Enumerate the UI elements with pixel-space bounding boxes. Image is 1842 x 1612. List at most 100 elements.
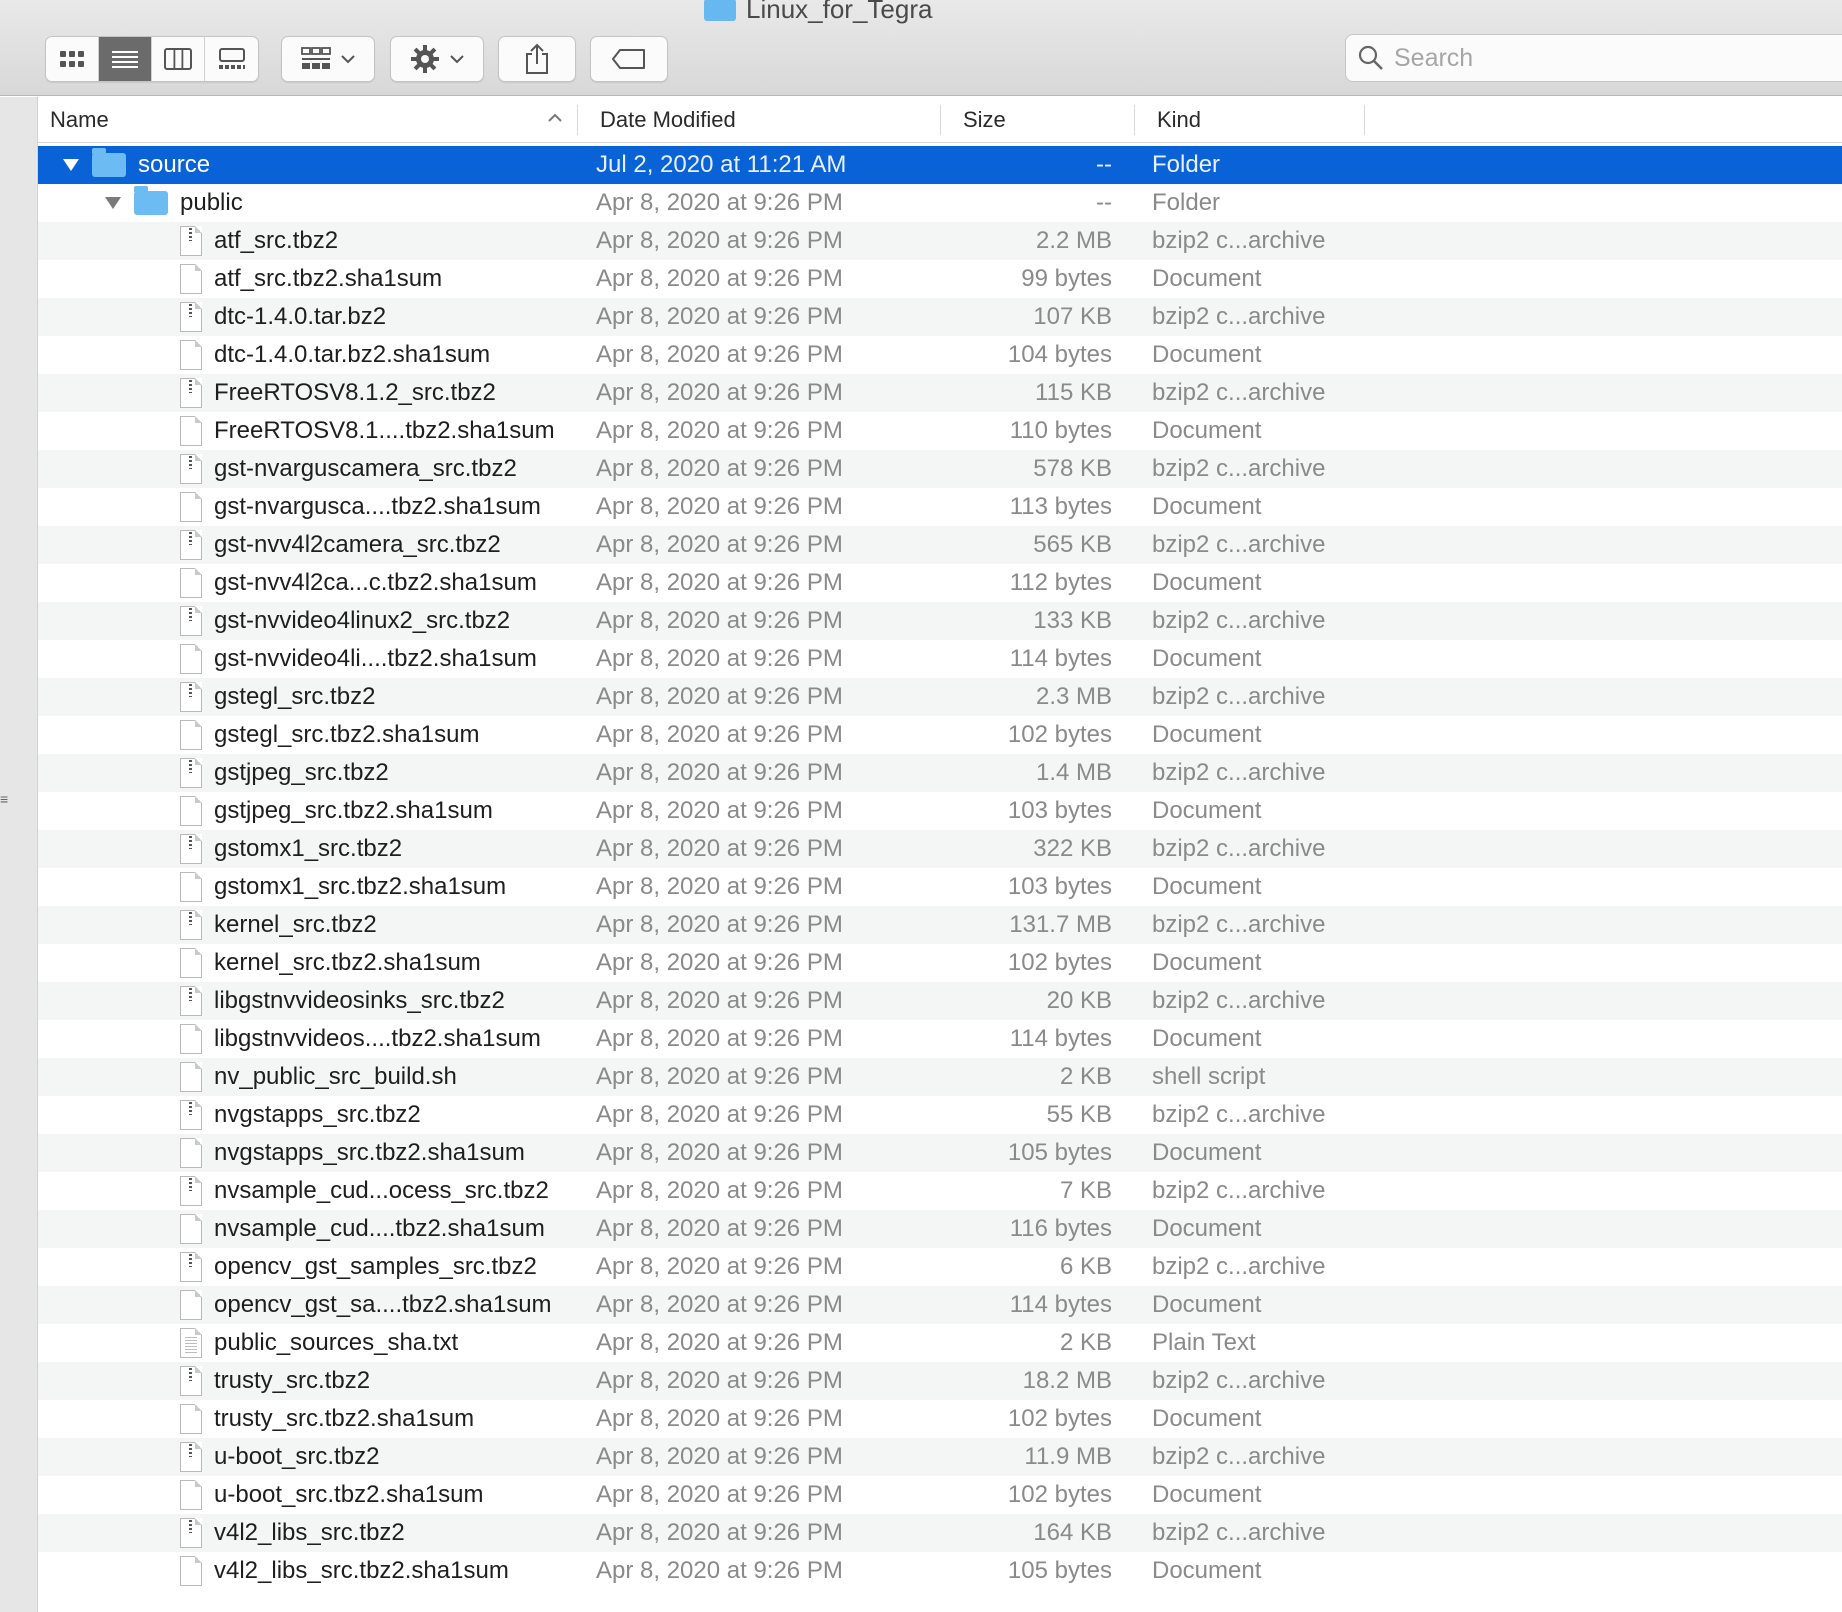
file-row[interactable]: v4l2_libs_src.tbz2.sha1sum Apr 8, 2020 at…: [38, 1552, 1842, 1590]
folder-row[interactable]: public Apr 8, 2020 at 9:26 PM -- Folder: [38, 184, 1842, 222]
file-kind: bzip2 c...archive: [1152, 531, 1326, 558]
file-name: kernel_src.tbz2: [214, 911, 377, 938]
file-row[interactable]: u-boot_src.tbz2 Apr 8, 2020 at 9:26 PM 11.…: [38, 1438, 1842, 1476]
folder-row[interactable]: source Jul 2, 2020 at 11:21 AM -- Folder: [38, 146, 1842, 184]
name-cell: trusty_src.tbz2.sha1sum: [180, 1400, 474, 1438]
file-row[interactable]: trusty_src.tbz2 Apr 8, 2020 at 9:26 PM 18.…: [38, 1362, 1842, 1400]
file-row[interactable]: gstjpeg_src.tbz2 Apr 8, 2020 at 9:26 PM 1.…: [38, 754, 1842, 792]
file-row[interactable]: trusty_src.tbz2.sha1sum Apr 8, 2020 at 9:…: [38, 1400, 1842, 1438]
file-row[interactable]: FreeRTOSV8.1.2_src.tbz2 Apr 8, 2020 at 9:…: [38, 374, 1842, 412]
file-size: 20 KB: [1046, 987, 1112, 1014]
name-cell: gst-nvvideo4linux2_src.tbz2: [180, 602, 510, 640]
file-name: v4l2_libs_src.tbz2: [214, 1519, 405, 1546]
icon-view-button[interactable]: [46, 37, 99, 81]
file-kind: Document: [1152, 721, 1262, 748]
file-name: gstomx1_src.tbz2.sha1sum: [214, 873, 507, 900]
document-icon: [180, 1290, 202, 1320]
file-row[interactable]: gstomx1_src.tbz2 Apr 8, 2020 at 9:26 PM 32…: [38, 830, 1842, 868]
chevron-down-icon: [450, 55, 464, 64]
file-row[interactable]: dtc-1.4.0.tar.bz2 Apr 8, 2020 at 9:26 PM 1…: [38, 298, 1842, 336]
file-kind: Document: [1152, 1291, 1262, 1318]
column-view-button[interactable]: [152, 37, 205, 81]
file-kind: Document: [1152, 1405, 1262, 1432]
file-row[interactable]: gst-nvarguscа....tbz2.sha1sum Apr 8, 2020…: [38, 488, 1842, 526]
action-button[interactable]: [390, 36, 484, 82]
file-row[interactable]: atf_src.tbz2.sha1sum Apr 8, 2020 at 9:26 …: [38, 260, 1842, 298]
file-size: 6 KB: [1059, 1253, 1112, 1280]
file-row[interactable]: FreeRTOSV8.1....tbz2.sha1sum Apr 8, 2020 …: [38, 412, 1842, 450]
file-row[interactable]: public_sources_sha.txt Apr 8, 2020 at 9:2…: [38, 1324, 1842, 1362]
column-header-date[interactable]: Date Modified: [578, 97, 941, 143]
document-icon: [180, 1556, 202, 1586]
file-row[interactable]: nvgstapps_src.tbz2 Apr 8, 2020 at 9:26 PM…: [38, 1096, 1842, 1134]
date-modified: Apr 8, 2020 at 9:26 PM: [596, 303, 843, 330]
name-cell: libgstnvvideosinks_src.tbz2: [180, 982, 505, 1020]
file-row[interactable]: gst-nvv4l2camera_src.tbz2 Apr 8, 2020 at …: [38, 526, 1842, 564]
file-kind: Document: [1152, 797, 1262, 824]
file-size: 11.9 MB: [1024, 1443, 1112, 1470]
search-field[interactable]: [1345, 34, 1842, 82]
file-kind: bzip2 c...archive: [1152, 911, 1326, 938]
date-modified: Apr 8, 2020 at 9:26 PM: [596, 645, 843, 672]
file-row[interactable]: libgstnvvideos....tbz2.sha1sum Apr 8, 202…: [38, 1020, 1842, 1058]
tag-button[interactable]: [590, 36, 668, 82]
file-name: nvgstapps_src.tbz2: [214, 1101, 421, 1128]
file-row[interactable]: kernel_src.tbz2.sha1sum Apr 8, 2020 at 9:…: [38, 944, 1842, 982]
date-modified: Apr 8, 2020 at 9:26 PM: [596, 227, 843, 254]
file-row[interactable]: v4l2_libs_src.tbz2 Apr 8, 2020 at 9:26 PM…: [38, 1514, 1842, 1552]
file-row[interactable]: u-boot_src.tbz2.sha1sum Apr 8, 2020 at 9:…: [38, 1476, 1842, 1514]
file-row[interactable]: gst-nvvideo4li....tbz2.sha1sum Apr 8, 202…: [38, 640, 1842, 678]
file-row[interactable]: gstomx1_src.tbz2.sha1sum Apr 8, 2020 at 9…: [38, 868, 1842, 906]
file-row[interactable]: atf_src.tbz2 Apr 8, 2020 at 9:26 PM 2.2 MB…: [38, 222, 1842, 260]
name-cell: dtc-1.4.0.tar.bz2.sha1sum: [180, 336, 490, 374]
file-name: u-boot_src.tbz2: [214, 1443, 380, 1470]
window-title-text: Linux_for_Tegra: [746, 0, 933, 24]
date-modified: Apr 8, 2020 at 9:26 PM: [596, 569, 843, 596]
share-button[interactable]: [498, 36, 576, 82]
list-view-button[interactable]: [99, 37, 152, 81]
file-row[interactable]: libgstnvvideosinks_src.tbz2 Apr 8, 2020 a…: [38, 982, 1842, 1020]
name-cell: atf_src.tbz2.sha1sum: [180, 260, 442, 298]
column-date-label: Date Modified: [600, 107, 736, 132]
document-icon: [180, 1404, 202, 1434]
date-modified: Apr 8, 2020 at 9:26 PM: [596, 797, 843, 824]
group-by-button[interactable]: [281, 36, 375, 82]
file-name: gstegl_src.tbz2.sha1sum: [214, 721, 480, 748]
sidebar-resize-handle[interactable]: ≡: [0, 792, 8, 806]
document-icon: [180, 1480, 202, 1510]
disclosure-triangle-icon[interactable]: [60, 154, 82, 176]
file-row[interactable]: nvsample_cud...ocess_src.tbz2 Apr 8, 2020…: [38, 1172, 1842, 1210]
date-modified: Apr 8, 2020 at 9:26 PM: [596, 189, 843, 216]
column-header-size[interactable]: Size: [941, 97, 1135, 143]
file-row[interactable]: gst-nvv4l2ca...c.tbz2.sha1sum Apr 8, 2020…: [38, 564, 1842, 602]
archive-file-icon: [180, 454, 202, 484]
file-row[interactable]: opencv_gst_sa....tbz2.sha1sum Apr 8, 2020…: [38, 1286, 1842, 1324]
name-cell: gst-nvv4l2ca...c.tbz2.sha1sum: [180, 564, 537, 602]
archive-file-icon: [180, 758, 202, 788]
document-icon: [180, 340, 202, 370]
column-header-name[interactable]: Name: [38, 97, 578, 143]
file-row[interactable]: nvsample_cud....tbz2.sha1sum Apr 8, 2020 …: [38, 1210, 1842, 1248]
file-row[interactable]: gstegl_src.tbz2 Apr 8, 2020 at 9:26 PM 2.3…: [38, 678, 1842, 716]
column-header-kind[interactable]: Kind: [1135, 97, 1365, 143]
file-row[interactable]: kernel_src.tbz2 Apr 8, 2020 at 9:26 PM 131…: [38, 906, 1842, 944]
file-row[interactable]: dtc-1.4.0.tar.bz2.sha1sum Apr 8, 2020 at …: [38, 336, 1842, 374]
file-kind: Document: [1152, 417, 1262, 444]
search-input[interactable]: [1394, 43, 1814, 73]
file-size: --: [1096, 151, 1112, 178]
document-icon: [180, 1138, 202, 1168]
file-row[interactable]: nvgstapps_src.tbz2.sha1sum Apr 8, 2020 at…: [38, 1134, 1842, 1172]
column-header: Name Date Modified Size Kind: [38, 97, 1842, 143]
disclosure-triangle-icon[interactable]: [102, 192, 124, 214]
file-row[interactable]: gst-nvvideo4linux2_src.tbz2 Apr 8, 2020 a…: [38, 602, 1842, 640]
file-row[interactable]: opencv_gst_samples_src.tbz2 Apr 8, 2020 a…: [38, 1248, 1842, 1286]
gallery-view-button[interactable]: [205, 37, 258, 81]
file-name: dtc-1.4.0.tar.bz2: [214, 303, 387, 330]
archive-file-icon: [180, 834, 202, 864]
finder-window: Linux_for_Tegra Search ≡ Name Date Modif…: [0, 0, 1842, 1612]
file-row[interactable]: gstjpeg_src.tbz2.sha1sum Apr 8, 2020 at 9…: [38, 792, 1842, 830]
file-row[interactable]: nv_public_src_build.sh Apr 8, 2020 at 9:2…: [38, 1058, 1842, 1096]
file-row[interactable]: gst-nvarguscamera_src.tbz2 Apr 8, 2020 at…: [38, 450, 1842, 488]
file-row[interactable]: gstegl_src.tbz2.sha1sum Apr 8, 2020 at 9:…: [38, 716, 1842, 754]
folder-icon: [704, 0, 736, 21]
